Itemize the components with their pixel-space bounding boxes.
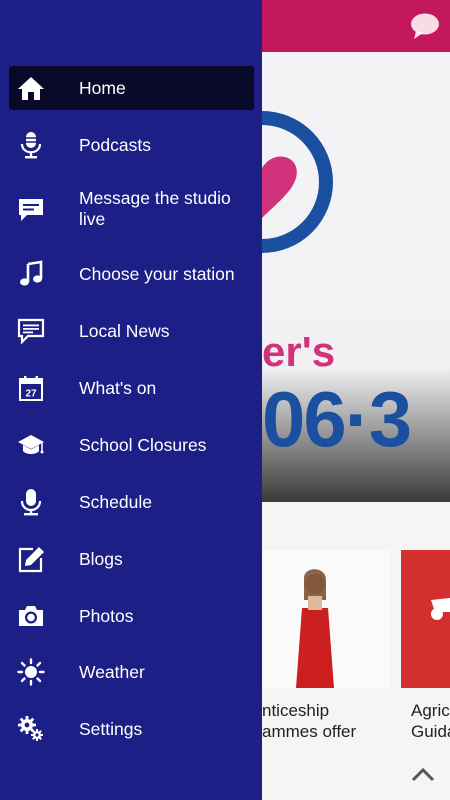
nav-item-weather[interactable]: Weather [9, 650, 254, 694]
news-card-image-2[interactable] [401, 550, 450, 688]
nav-item-label: Home [79, 77, 126, 98]
graduation-cap-icon [18, 435, 44, 454]
music-note-icon [20, 260, 43, 286]
person-photo [296, 569, 334, 688]
nav-item-choose-station[interactable]: Choose your station [9, 252, 254, 296]
calendar-day: 27 [25, 389, 37, 400]
news-chat-icon [17, 318, 45, 345]
microphone-icon [20, 489, 42, 516]
nav-item-message-studio[interactable]: Message the studio live [9, 186, 254, 232]
nav-item-schedule[interactable]: Schedule [9, 480, 254, 524]
edit-icon [18, 547, 44, 573]
hero-logo-text-top: er's [262, 328, 336, 375]
sun-icon [17, 658, 45, 686]
tractor-logo-icon [431, 598, 450, 620]
nav-item-photos[interactable]: Photos [9, 594, 254, 638]
nav-item-label: Local News [79, 320, 170, 341]
nav-item-label: Blogs [79, 548, 123, 569]
podcast-mic-icon [20, 132, 42, 159]
news-caption-2[interactable]: Agric Guida [411, 700, 450, 742]
message-icon [19, 199, 43, 221]
nav-item-label: Message the studio live [79, 188, 231, 229]
nav-item-label: Podcasts [79, 134, 151, 155]
nav-item-label: Photos [79, 605, 134, 626]
nav-item-podcasts[interactable]: Podcasts [9, 123, 254, 167]
gear-icon [18, 716, 43, 741]
camera-icon [19, 606, 43, 626]
chat-bubble-icon[interactable] [410, 12, 440, 40]
news-caption-1[interactable]: nticeship ammes offer [262, 700, 400, 742]
hero-logo-text-frequency: 06·3 [262, 375, 412, 463]
nav-item-label: Settings [79, 718, 143, 739]
calendar-icon: 27 [19, 376, 43, 401]
scroll-up-chevron-icon[interactable] [410, 764, 436, 784]
nav-item-settings[interactable]: Settings [9, 707, 254, 751]
nav-item-label: School Closures [79, 434, 207, 455]
navigation-drawer: Home Podcasts Message the studio live Ch… [0, 0, 262, 800]
nav-item-school-closures[interactable]: School Closures [9, 423, 254, 467]
nav-item-label: Choose your station [79, 263, 235, 284]
nav-item-label: Weather [79, 661, 145, 682]
home-icon [18, 77, 44, 100]
nav-item-whats-on[interactable]: 27 What's on [9, 366, 254, 410]
nav-item-local-news[interactable]: Local News [9, 309, 254, 353]
nav-item-label: Schedule [79, 491, 152, 512]
nav-item-home[interactable]: Home [9, 66, 254, 110]
nav-item-blogs[interactable]: Blogs [9, 537, 254, 581]
nav-item-label: What's on [79, 377, 157, 398]
news-card-image[interactable] [262, 550, 390, 688]
